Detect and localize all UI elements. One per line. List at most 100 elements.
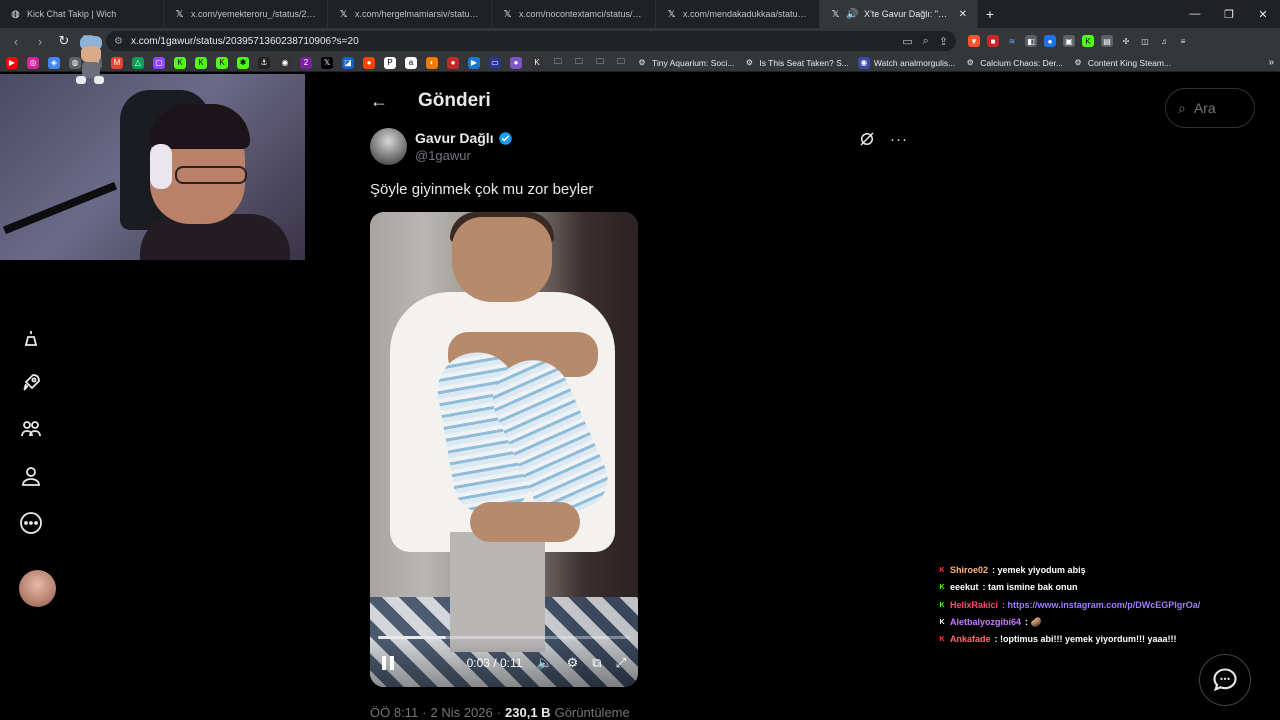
extension-icon[interactable]: ◐: [426, 56, 438, 69]
author-name[interactable]: Gavur Dağlı: [415, 130, 494, 146]
steam-icon: ⚙: [966, 58, 974, 67]
kick-extension-icon[interactable]: K: [1082, 35, 1094, 47]
forward-nav-icon[interactable]: ›: [30, 31, 50, 51]
tab-2[interactable]: 𝕏 x.com/hergelmamiarsiv/status/20394: [328, 0, 492, 28]
back-arrow-icon[interactable]: ←: [370, 91, 390, 111]
extensions-puzzle-icon[interactable]: ✣: [1120, 35, 1132, 47]
grok-icon[interactable]: [858, 130, 876, 148]
more-bookmarks-icon[interactable]: »: [1268, 57, 1274, 68]
volume-icon[interactable]: 🔈: [536, 655, 552, 671]
new-tab-button[interactable]: +: [978, 6, 1002, 22]
x-logo-icon: 𝕏: [503, 8, 512, 20]
extension-icon[interactable]: ◪: [342, 56, 354, 69]
extension-icon[interactable]: ■: [987, 35, 999, 47]
url-text[interactable]: x.com/1gawur/status/2039571360238710906?…: [131, 36, 359, 47]
chat-line: Keeekut: tam ismine bak onun: [938, 579, 1238, 596]
profile-icon[interactable]: [18, 463, 44, 489]
kick-icon[interactable]: K: [216, 56, 228, 69]
communities-icon[interactable]: [18, 416, 44, 442]
post-time[interactable]: ÖÖ 8:11: [370, 705, 418, 720]
back-nav-icon[interactable]: ‹: [6, 31, 26, 51]
kick-icon[interactable]: K: [195, 56, 207, 69]
bookmark-item[interactable]: ⚙ Is This Seat Taken? S...: [743, 57, 849, 69]
communities-notification-icon[interactable]: [18, 326, 44, 352]
extension-icon[interactable]: ▤: [1101, 35, 1113, 47]
pause-icon[interactable]: [382, 656, 396, 670]
kick-icon[interactable]: ✱: [237, 56, 249, 69]
anchor-icon[interactable]: ⚓: [258, 56, 270, 69]
bookmark-item[interactable]: ⚙ Calcium Chaos: Der...: [964, 57, 1063, 69]
extension-icon[interactable]: ▭: [489, 56, 501, 69]
extension-icon[interactable]: P: [384, 56, 396, 69]
more-options-icon[interactable]: [18, 510, 44, 536]
extension-icon[interactable]: 2: [300, 56, 312, 69]
site-info-icon[interactable]: ⚙: [114, 36, 123, 47]
video-frame-face: [452, 217, 552, 302]
author-name-row[interactable]: Gavur Dağlı: [415, 130, 513, 146]
gmail-icon[interactable]: M: [111, 56, 123, 69]
settings-icon[interactable]: ⚙: [567, 655, 579, 671]
account-avatar[interactable]: [19, 570, 56, 607]
sidepanel-icon[interactable]: ◫: [1139, 35, 1151, 47]
address-bar[interactable]: ⚙ x.com/1gawur/status/203957136023871090…: [106, 31, 956, 51]
bookmark-item[interactable]: ⚙ Tiny Aquarium: Soci...: [636, 57, 734, 69]
minimize-icon[interactable]: —: [1178, 0, 1212, 28]
stream-chat-overlay: K Shiroe02: yemek yiyodum abiş Keeekut: ta…: [938, 562, 1238, 648]
drive-icon[interactable]: △: [132, 56, 144, 69]
media-icon[interactable]: ♫: [1158, 35, 1170, 47]
maximize-icon[interactable]: ❐: [1212, 0, 1246, 28]
extension-icon[interactable]: ▣: [1063, 35, 1075, 47]
brave-shield-icon[interactable]: ▼: [968, 35, 980, 47]
messages-fab-button[interactable]: [1199, 654, 1251, 706]
chat-line: K Aletbalyozgibi64: 🥔: [938, 614, 1238, 631]
close-window-icon[interactable]: ✕: [1246, 0, 1280, 28]
chat-message: : 🥔: [1025, 616, 1042, 627]
post-author[interactable]: Gavur Dağlı @1gawur: [370, 128, 513, 165]
youtube-icon[interactable]: ▶: [6, 56, 18, 69]
folder-icon[interactable]: 🗀: [594, 57, 606, 69]
extension-icon[interactable]: ▶: [468, 56, 480, 69]
extension-icon[interactable]: ●: [510, 56, 522, 69]
extension-icon[interactable]: ◧: [1025, 35, 1037, 47]
extension-icon[interactable]: ≋: [1006, 35, 1018, 47]
folder-icon[interactable]: 🗀: [615, 57, 627, 69]
cast-icon[interactable]: ▭: [902, 35, 912, 48]
x-logo-icon[interactable]: 𝕏: [321, 56, 333, 69]
extension-icon[interactable]: ●: [1044, 35, 1056, 47]
amazon-icon[interactable]: a: [405, 56, 417, 69]
more-icon[interactable]: ···: [890, 131, 908, 148]
tab-1[interactable]: 𝕏 x.com/yemekteroru_/status/20396713: [164, 0, 328, 28]
twitch-icon[interactable]: ▢: [153, 56, 165, 69]
author-handle[interactable]: @1gawur: [415, 148, 513, 163]
extension-icon[interactable]: ◉: [279, 56, 291, 69]
author-avatar[interactable]: [370, 128, 407, 165]
zoom-icon[interactable]: ⌕: [923, 35, 929, 48]
menu-icon[interactable]: ≡: [1177, 35, 1189, 47]
maps-icon[interactable]: ◈: [48, 56, 60, 69]
tab-0[interactable]: ◍ Kick Chat Takip | Wich: [0, 0, 164, 28]
folder-icon[interactable]: 🗀: [552, 57, 564, 69]
reddit-icon[interactable]: ●: [363, 56, 375, 69]
folder-icon[interactable]: 🗀: [573, 57, 585, 69]
bookmark-item[interactable]: ⚙ Content King Steam...: [1072, 57, 1171, 69]
fullscreen-icon[interactable]: ⤢: [616, 655, 626, 671]
extension-icon[interactable]: ●: [447, 56, 459, 69]
search-input[interactable]: ⌕ Ara: [1165, 88, 1255, 128]
tab-5-active[interactable]: 𝕏 🔊 X'te Gavur Dağlı: "Şöyle giyinm ✕: [820, 0, 978, 28]
close-tab-icon[interactable]: ✕: [959, 9, 967, 20]
chat-message: : !optimus abi!!! yemek yiyordum!!! yaaa…: [994, 634, 1177, 645]
tab-4[interactable]: 𝕏 x.com/mendakadukkaa/status/20394: [656, 0, 820, 28]
pip-icon[interactable]: ⧉: [592, 655, 601, 671]
kick-icon[interactable]: K: [531, 56, 543, 69]
kick-icon[interactable]: K: [174, 56, 186, 69]
speaker-icon[interactable]: 🔊: [846, 9, 858, 20]
bookmark-item[interactable]: ◉ Watch analmorgulis...: [857, 56, 955, 69]
post-date[interactable]: 2 Nis 2026: [431, 705, 493, 720]
video-player[interactable]: 0:03 / 0:11 🔈 ⚙ ⧉ ⤢: [370, 212, 638, 687]
reload-icon[interactable]: ↻: [54, 31, 74, 51]
share-icon[interactable]: ⇪: [939, 35, 948, 48]
instagram-icon[interactable]: ◎: [27, 56, 39, 69]
post-text: Şöyle giyinmek çok mu zor beyler: [370, 181, 594, 198]
tab-3[interactable]: 𝕏 x.com/nocontextamci/status/20396240: [492, 0, 656, 28]
rocket-icon[interactable]: [18, 370, 44, 396]
